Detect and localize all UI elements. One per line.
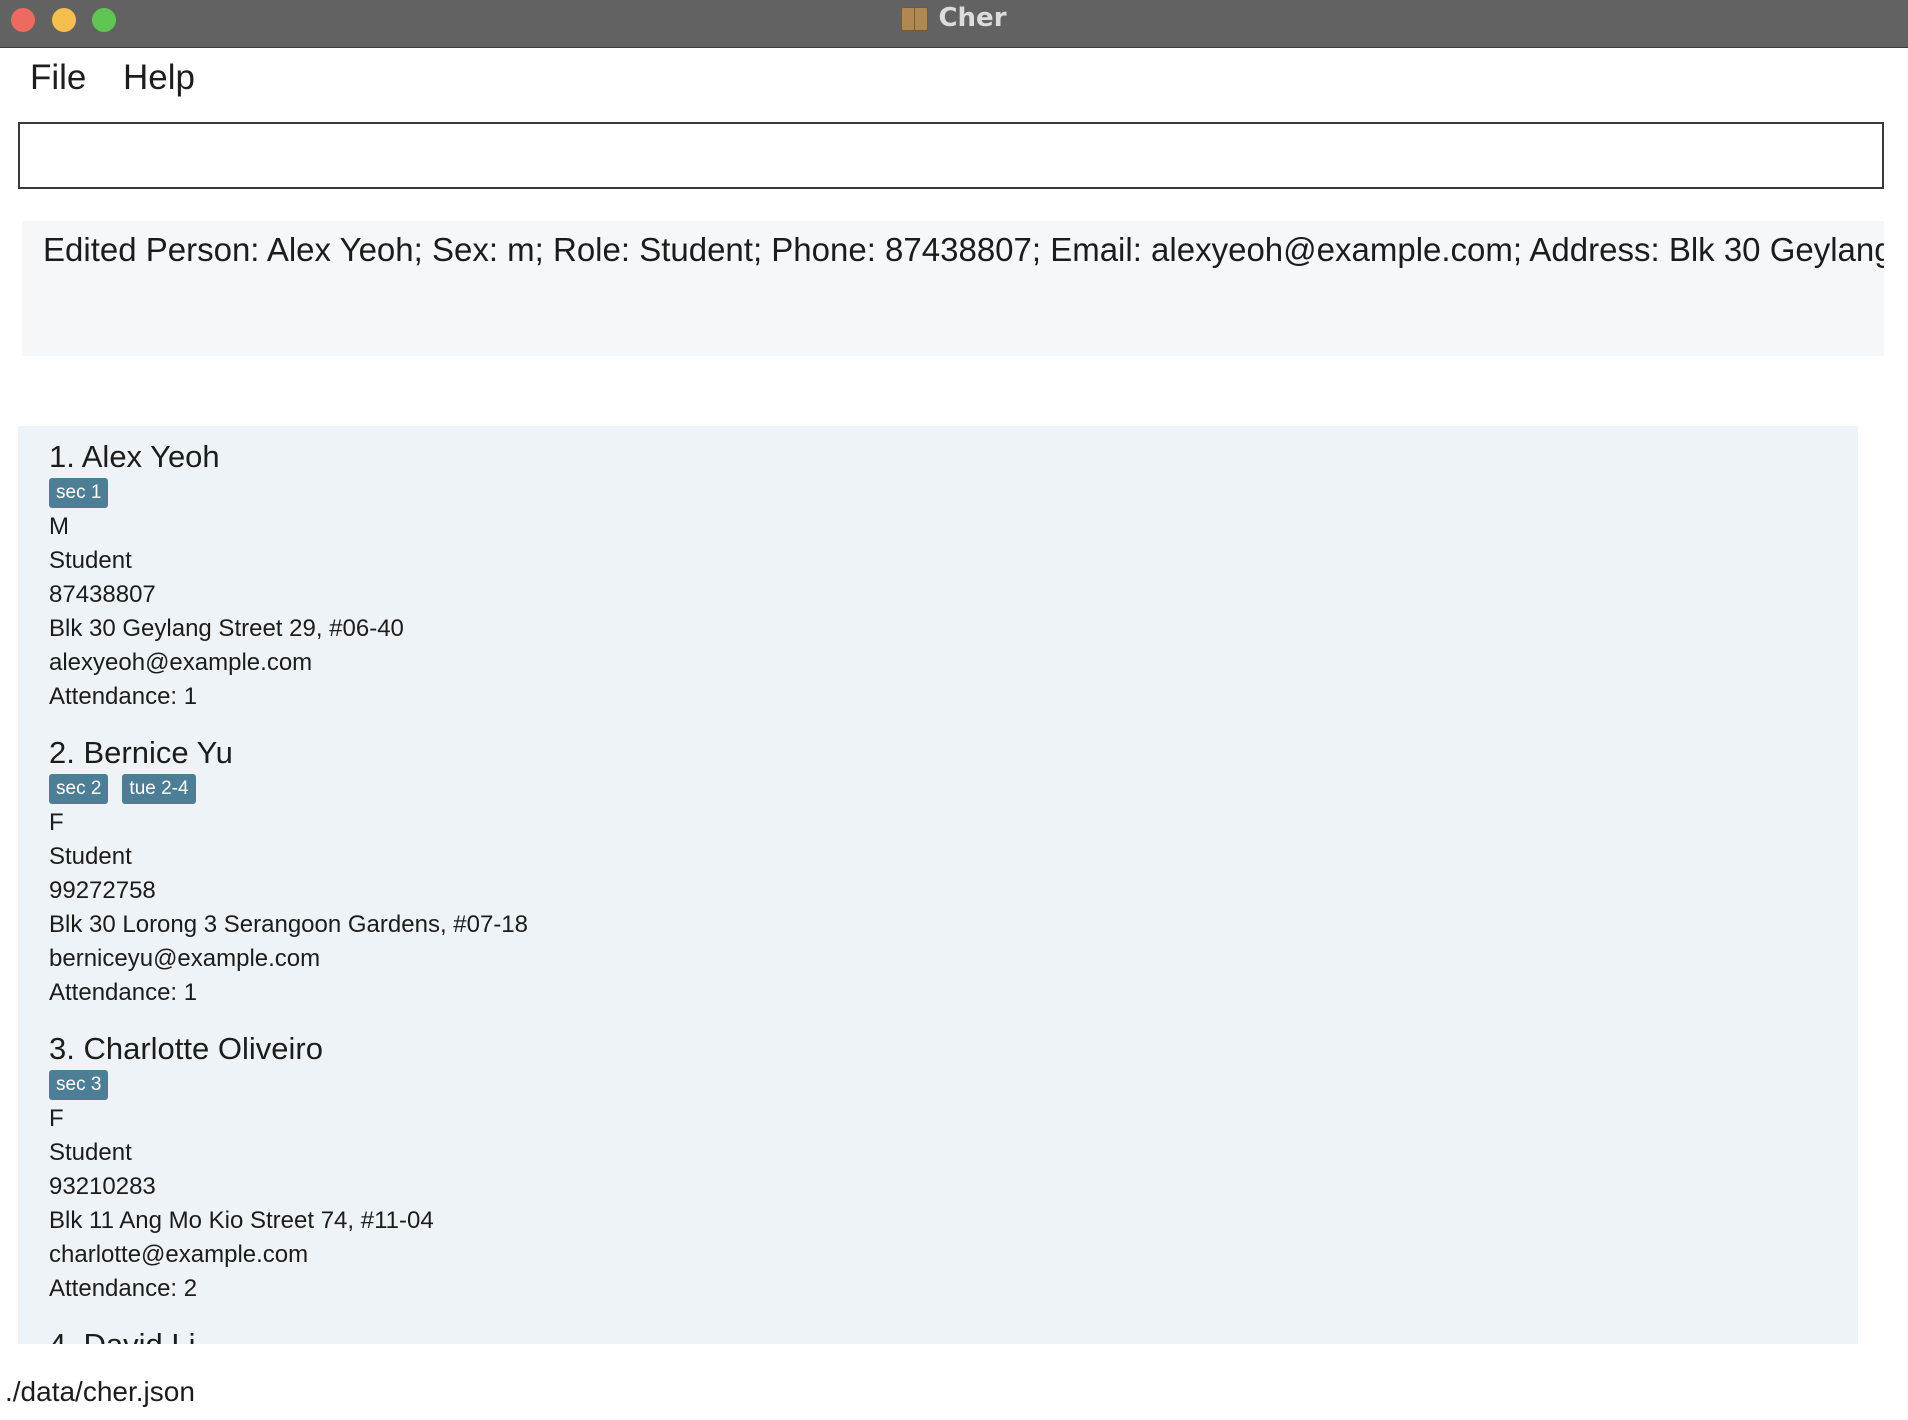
menu-help[interactable]: Help: [123, 58, 195, 98]
menu-file[interactable]: File: [30, 58, 86, 98]
person-email: charlotte@example.com: [49, 1241, 309, 1268]
status-bar: ./data/cher.json: [0, 1350, 1908, 1420]
person-sex: M: [49, 513, 69, 540]
tag-badge: sec 3: [49, 1070, 109, 1100]
window-title-text: Cher: [938, 2, 1007, 33]
person-list[interactable]: 1. Alex Yeoh sec 1 M Student 87438807 Bl…: [18, 426, 1858, 1344]
person-name: 3. Charlotte Oliveiro: [49, 1031, 323, 1066]
tag-badge: tue 2-4: [122, 774, 196, 804]
person-attendance: Attendance: 1: [49, 683, 198, 710]
person-phone: 87438807: [49, 581, 156, 608]
person-name: 2. Bernice Yu: [49, 735, 233, 770]
result-message: Edited Person: Alex Yeoh; Sex: m; Role: …: [43, 231, 1884, 268]
person-sex: F: [49, 809, 64, 836]
person-card[interactable]: 4. David Li: [49, 1326, 195, 1344]
person-role: Student: [49, 1139, 132, 1166]
tag-list: sec 1: [49, 476, 404, 510]
window-titlebar: Cher: [0, 0, 1908, 48]
person-attendance: Attendance: 2: [49, 1275, 198, 1302]
command-input[interactable]: [18, 122, 1884, 189]
person-email: alexyeoh@example.com: [49, 649, 313, 676]
save-location: ./data/cher.json: [5, 1376, 195, 1407]
person-phone: 99272758: [49, 877, 156, 904]
book-icon: [901, 5, 929, 31]
person-role: Student: [49, 843, 132, 870]
window-title: Cher: [0, 0, 1908, 35]
person-card[interactable]: 2. Bernice Yu sec 2 tue 2-4 F Student 99…: [49, 734, 528, 1010]
person-phone: 93210283: [49, 1173, 156, 1200]
person-name: 4. David Li: [49, 1326, 195, 1344]
person-address: Blk 30 Lorong 3 Serangoon Gardens, #07-1…: [49, 911, 529, 938]
person-address: Blk 11 Ang Mo Kio Street 74, #11-04: [49, 1207, 434, 1234]
person-attendance: Attendance: 1: [49, 979, 198, 1006]
person-card[interactable]: 1. Alex Yeoh sec 1 M Student 87438807 Bl…: [49, 438, 404, 714]
result-display: Edited Person: Alex Yeoh; Sex: m; Role: …: [22, 221, 1884, 356]
tag-list: sec 3: [49, 1068, 434, 1102]
person-card[interactable]: 3. Charlotte Oliveiro sec 3 F Student 93…: [49, 1030, 434, 1306]
person-email: berniceyu@example.com: [49, 945, 321, 972]
tag-badge: sec 2: [49, 774, 109, 804]
person-name: 1. Alex Yeoh: [49, 439, 220, 474]
person-role: Student: [49, 547, 132, 574]
person-sex: F: [49, 1105, 64, 1132]
person-address: Blk 30 Geylang Street 29, #06-40: [49, 615, 404, 642]
menu-bar: File Help: [0, 48, 1908, 110]
tag-list: sec 2 tue 2-4: [49, 772, 528, 806]
tag-badge: sec 1: [49, 478, 109, 508]
